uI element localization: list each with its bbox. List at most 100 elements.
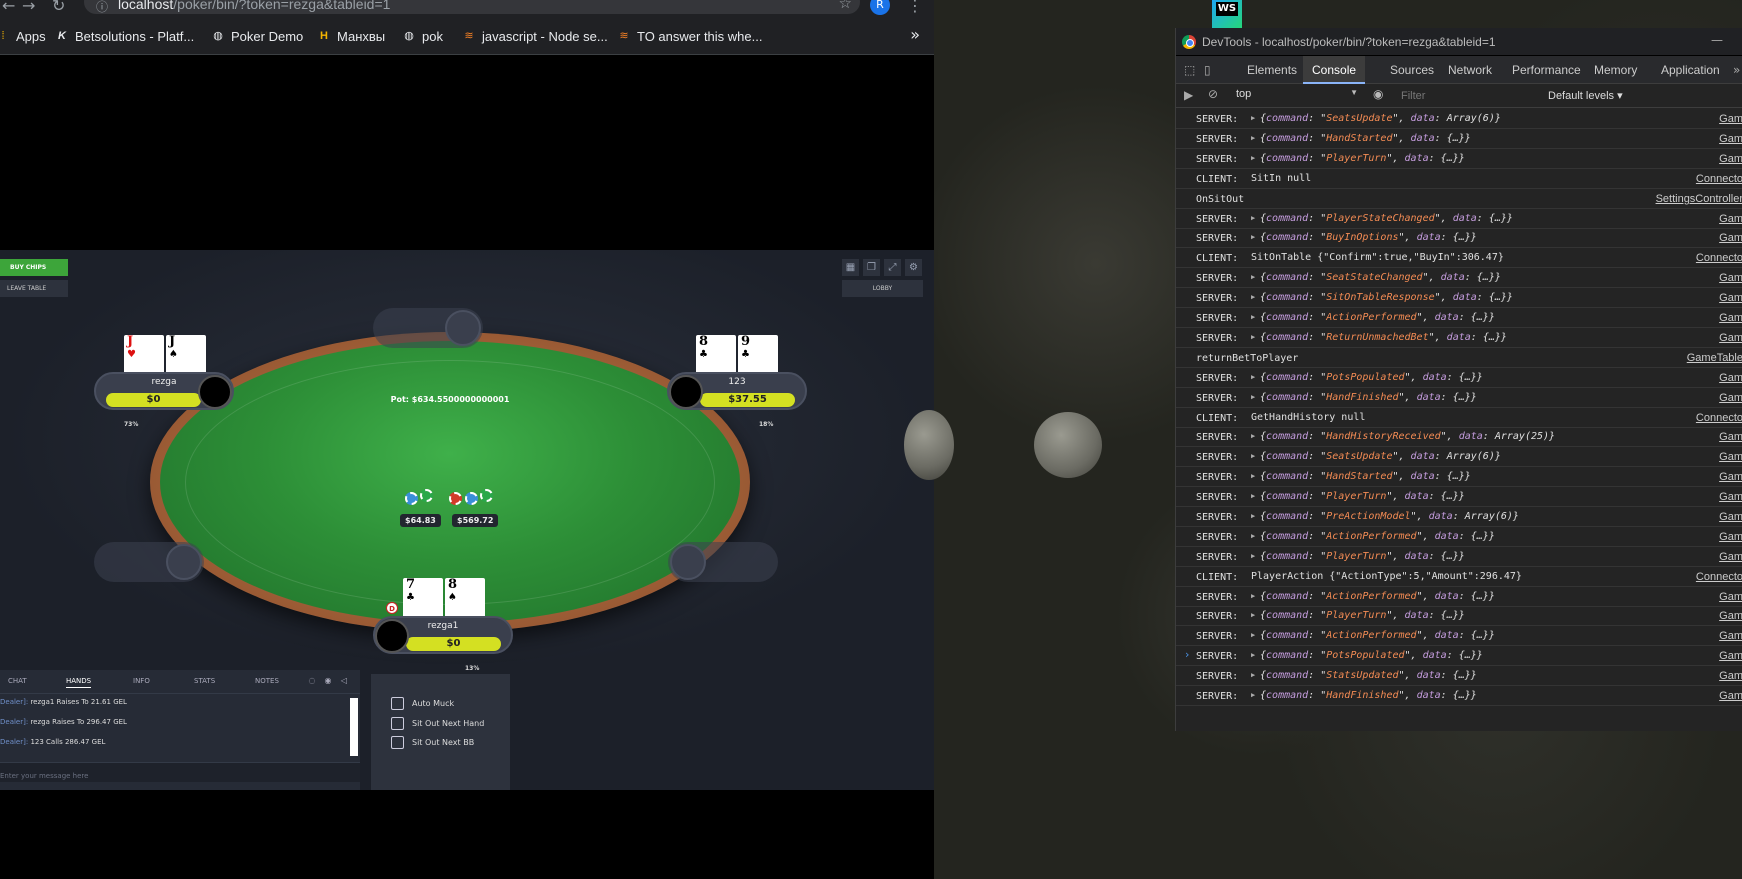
source-link[interactable]: Gam bbox=[1719, 670, 1742, 682]
source-link[interactable]: Gam bbox=[1719, 232, 1742, 244]
log-object[interactable]: {command: "HandStarted", data: {…}} bbox=[1260, 133, 1471, 144]
chat-message-input[interactable] bbox=[0, 766, 360, 786]
tab-sources[interactable]: Sources bbox=[1390, 63, 1434, 77]
chat-scrollbar[interactable] bbox=[350, 698, 358, 756]
expand-triangle-icon[interactable]: ▶ bbox=[1251, 691, 1255, 699]
log-object[interactable]: {command: "PlayerTurn", data: {…}} bbox=[1260, 551, 1465, 562]
expand-triangle-icon[interactable]: ▶ bbox=[1251, 373, 1255, 381]
expand-triangle-icon[interactable]: ▶ bbox=[1251, 393, 1255, 401]
source-link[interactable]: Gam bbox=[1719, 591, 1742, 603]
source-link[interactable]: Gam bbox=[1719, 551, 1742, 563]
bookmark-pok[interactable]: ◍ pok bbox=[402, 28, 443, 44]
source-link[interactable]: Gam bbox=[1719, 292, 1742, 304]
source-link[interactable]: Gam bbox=[1719, 312, 1742, 324]
sit-out-next-hand-checkbox[interactable]: Sit Out Next Hand bbox=[391, 716, 484, 730]
eye-icon[interactable]: ◉ bbox=[322, 675, 334, 687]
source-link[interactable]: Gam bbox=[1719, 372, 1742, 384]
source-link[interactable]: GameTable bbox=[1687, 352, 1742, 364]
source-link[interactable]: Gam bbox=[1719, 650, 1742, 662]
inspect-element-icon[interactable]: ⬚ bbox=[1184, 63, 1195, 77]
log-object[interactable]: {command: "PlayerTurn", data: {…}} bbox=[1260, 610, 1465, 621]
tab-console[interactable]: Console bbox=[1303, 56, 1366, 84]
url-omnibox[interactable]: ⓘ localhost/poker/bin/?token=rezga&table… bbox=[84, 0, 860, 14]
source-link[interactable]: Gam bbox=[1719, 491, 1742, 503]
source-link[interactable]: Connecto bbox=[1696, 252, 1742, 264]
source-link[interactable]: Gam bbox=[1719, 272, 1742, 284]
bookmark-poker-demo[interactable]: ◍ Poker Demo bbox=[211, 28, 303, 44]
multi-window-icon[interactable]: ❐ bbox=[863, 259, 880, 276]
bookmark-betsolutions[interactable]: K Betsolutions - Platf... bbox=[55, 28, 194, 44]
tab-stats[interactable]: STATS bbox=[194, 677, 215, 685]
expand-triangle-icon[interactable]: ▶ bbox=[1251, 432, 1255, 440]
source-link[interactable]: Connecto bbox=[1696, 412, 1742, 424]
source-link[interactable]: Gam bbox=[1719, 451, 1742, 463]
log-object[interactable]: {command: "SeatsUpdate", data: Array(6)} bbox=[1260, 113, 1501, 124]
expand-triangle-icon[interactable]: ▶ bbox=[1251, 611, 1255, 619]
settings-gear-icon[interactable]: ⚙ bbox=[905, 259, 922, 276]
profile-avatar[interactable]: R bbox=[870, 0, 890, 15]
source-link[interactable]: Gam bbox=[1719, 531, 1742, 543]
sit-out-next-bb-checkbox[interactable]: Sit Out Next BB bbox=[391, 735, 474, 749]
more-tabs-icon[interactable]: » bbox=[1733, 63, 1740, 77]
expand-triangle-icon[interactable]: ▶ bbox=[1251, 552, 1255, 560]
minimize-icon[interactable]: — bbox=[1711, 33, 1723, 47]
log-object[interactable]: {command: "PlayerTurn", data: {…}} bbox=[1260, 153, 1465, 164]
expand-triangle-icon[interactable]: ▶ bbox=[1251, 452, 1255, 460]
player-seat-123[interactable]: 123 $37.55 bbox=[667, 372, 807, 410]
chat-bubble-icon[interactable]: ◌ bbox=[306, 675, 318, 687]
webstorm-desktop-icon[interactable]: WS bbox=[1212, 0, 1242, 28]
log-object[interactable]: {command: "PreActionModel", data: Array(… bbox=[1260, 511, 1519, 522]
expand-triangle-icon[interactable]: ▶ bbox=[1251, 313, 1255, 321]
checkbox-box[interactable] bbox=[391, 696, 404, 710]
source-link[interactable]: Connecto bbox=[1696, 571, 1742, 583]
source-link[interactable]: Gam bbox=[1719, 471, 1742, 483]
source-link[interactable]: Gam bbox=[1719, 332, 1742, 344]
checkbox-box[interactable] bbox=[391, 735, 404, 749]
source-link[interactable]: Connecto bbox=[1696, 173, 1742, 185]
log-object[interactable]: {command: "PlayerTurn", data: {…}} bbox=[1260, 491, 1465, 502]
empty-seat-right[interactable] bbox=[668, 542, 778, 582]
tab-performance[interactable]: Performance bbox=[1512, 63, 1581, 77]
bookmark-star-icon[interactable]: ☆ bbox=[839, 0, 852, 12]
log-object[interactable]: {command: "HandStarted", data: {…}} bbox=[1260, 471, 1471, 482]
bookmark-javascript[interactable]: ≋ javascript - Node se... bbox=[462, 28, 607, 44]
log-object[interactable]: {command: "SeatStateChanged", data: {…}} bbox=[1260, 272, 1501, 283]
source-link[interactable]: Gam bbox=[1719, 630, 1742, 642]
tab-notes[interactable]: NOTES bbox=[255, 677, 279, 685]
player-seat-rezga1[interactable]: rezga1 $0 bbox=[373, 616, 513, 654]
bookmark-apps[interactable]: ⁞ Apps bbox=[0, 28, 45, 44]
info-icon[interactable]: ⓘ bbox=[96, 0, 108, 15]
log-object[interactable]: {command: "StatsUpdated", data: {…}} bbox=[1260, 670, 1477, 681]
source-link[interactable]: Gam bbox=[1719, 392, 1742, 404]
source-link[interactable]: Gam bbox=[1719, 213, 1742, 225]
tab-network[interactable]: Network bbox=[1448, 63, 1492, 77]
expand-triangle-icon[interactable]: ▶ bbox=[1251, 214, 1255, 222]
expand-triangle-icon[interactable]: ▶ bbox=[1251, 154, 1255, 162]
log-object[interactable]: {command: "ReturnUnmachedBet", data: {…}… bbox=[1260, 332, 1507, 343]
source-link[interactable]: Gam bbox=[1719, 690, 1742, 702]
lobby-button[interactable]: LOBBY bbox=[842, 280, 923, 297]
player-seat-rezga[interactable]: rezga $0 bbox=[94, 372, 234, 410]
url-text[interactable]: localhost/poker/bin/?token=rezga&tableid… bbox=[118, 0, 390, 12]
empty-seat-top[interactable] bbox=[373, 308, 483, 348]
expand-triangle-icon[interactable]: ▶ bbox=[1251, 472, 1255, 480]
reload-icon[interactable]: ↻ bbox=[52, 0, 65, 15]
source-link[interactable]: Gam bbox=[1719, 113, 1742, 125]
log-object[interactable]: {command: "PotsPopulated", data: {…}} bbox=[1260, 650, 1483, 661]
console-filter-input[interactable] bbox=[1401, 87, 1521, 105]
expand-triangle-icon[interactable]: ▶ bbox=[1251, 651, 1255, 659]
empty-seat-left[interactable] bbox=[94, 542, 204, 582]
buy-chips-button[interactable]: BUY CHIPS bbox=[0, 259, 68, 276]
expand-triangle-icon[interactable]: ▶ bbox=[1251, 114, 1255, 122]
expand-triangle-icon[interactable]: ▶ bbox=[1251, 134, 1255, 142]
log-object[interactable]: {command: "ActionPerformed", data: {…}} bbox=[1260, 591, 1495, 602]
expand-triangle-icon[interactable]: ▶ bbox=[1251, 492, 1255, 500]
expand-triangle-icon[interactable]: ▶ bbox=[1251, 293, 1255, 301]
log-object[interactable]: {command: "HandHistoryReceived", data: A… bbox=[1260, 431, 1555, 442]
expand-triangle-icon[interactable]: ▶ bbox=[1251, 592, 1255, 600]
log-object[interactable]: {command: "PotsPopulated", data: {…}} bbox=[1260, 372, 1483, 383]
log-object[interactable]: {command: "ActionPerformed", data: {…}} bbox=[1260, 630, 1495, 641]
log-object[interactable]: {command: "ActionPerformed", data: {…}} bbox=[1260, 312, 1495, 323]
log-object[interactable]: {command: "SitOnTableResponse", data: {…… bbox=[1260, 292, 1513, 303]
log-object[interactable]: {command: "ActionPerformed", data: {…}} bbox=[1260, 531, 1495, 542]
